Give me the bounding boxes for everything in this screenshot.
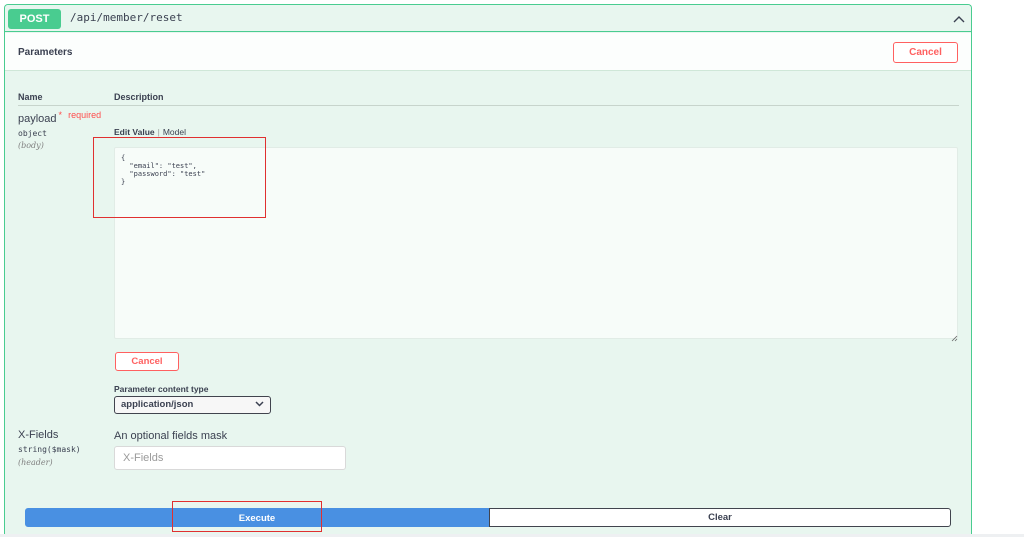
endpoint-path: /api/member/reset xyxy=(70,11,183,24)
param-name-xfields: X-Fields xyxy=(18,429,59,441)
header-divider xyxy=(18,105,959,106)
tab-edit-value[interactable]: Edit Value xyxy=(114,127,155,137)
param-name-payload: payload * required xyxy=(18,110,102,125)
parameters-title: Parameters xyxy=(18,47,73,58)
body-textarea[interactable]: { "email": "test", "password": "test" } xyxy=(114,147,958,339)
param-in-xfields: (header) xyxy=(18,458,53,467)
tab-separator: | xyxy=(157,127,160,137)
cancel-edit-button[interactable]: Cancel xyxy=(115,352,179,371)
content-type-label: Parameter content type xyxy=(114,384,209,394)
column-header-description: Description xyxy=(114,92,164,102)
execute-wrapper: Execute Clear xyxy=(25,508,951,527)
execute-button[interactable]: Execute xyxy=(25,508,489,527)
tab-model[interactable]: Model xyxy=(163,127,186,137)
param-name-label: payload xyxy=(18,113,57,125)
content-type-value: application/json xyxy=(121,399,194,410)
cancel-try-out-button[interactable]: Cancel xyxy=(893,42,958,63)
xfields-input[interactable] xyxy=(114,446,346,470)
chevron-up-icon[interactable] xyxy=(951,11,967,27)
param-in-payload: (body) xyxy=(18,141,44,150)
required-label: required xyxy=(68,110,102,120)
param-type-payload: object xyxy=(18,129,47,138)
chevron-down-icon xyxy=(255,397,264,416)
param-type-xfields: string($mask) xyxy=(18,445,81,454)
clear-button[interactable]: Clear xyxy=(489,508,951,527)
column-header-name: Name xyxy=(18,92,43,102)
content-type-select[interactable]: application/json xyxy=(114,396,271,414)
opblock-summary[interactable]: POST /api/member/reset xyxy=(5,5,971,32)
opblock-post: POST /api/member/reset Parameters Cancel… xyxy=(4,4,972,537)
method-badge: POST xyxy=(8,9,61,29)
parameters-header: Parameters Cancel xyxy=(5,33,971,71)
resize-grip-icon[interactable] xyxy=(950,329,958,342)
xfields-description: An optional fields mask xyxy=(114,430,228,442)
body-tabs: Edit Value | Model xyxy=(114,127,186,137)
required-mark: * xyxy=(58,110,63,120)
